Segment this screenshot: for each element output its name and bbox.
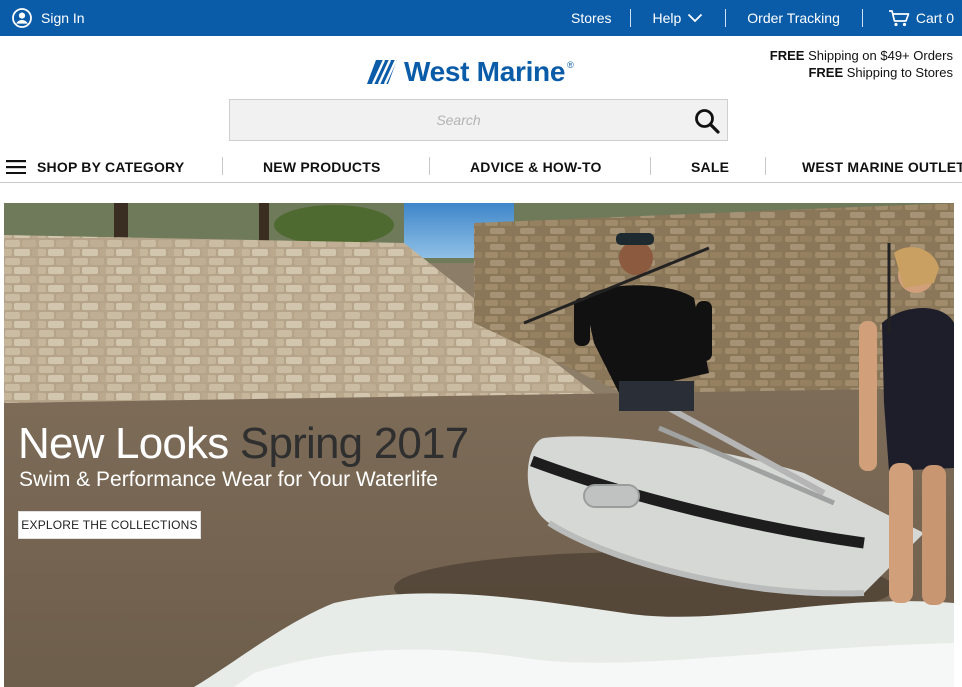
nav-label-advice-how-to: ADVICE & HOW-TO (470, 158, 602, 175)
logo-mark-icon (367, 60, 397, 84)
cart-link[interactable]: Cart 0 (861, 0, 962, 36)
shipping-promo-line-1: FREE Shipping on $49+ Orders (770, 47, 953, 64)
hamburger-menu-icon (6, 159, 26, 174)
nav-divider (765, 157, 766, 175)
hero-title-new-looks: New Looks (18, 419, 229, 468)
hero-banner[interactable]: New Looks Spring 2017 Swim & Performance… (4, 203, 954, 687)
nav-shop-by-category[interactable]: SHOP BY CATEGORY (6, 150, 184, 183)
shipping-free-2: FREE (808, 65, 844, 80)
nav-label-shop-by-category: SHOP BY CATEGORY (37, 158, 185, 175)
hero-title: New Looks Spring 2017 (18, 419, 469, 469)
hero-subtitle: Swim & Performance Wear for Your Waterli… (19, 468, 438, 491)
shipping-text-2: Shipping to Stores (843, 65, 953, 80)
logo-text: West Marine (404, 56, 566, 87)
nav-divider (429, 157, 430, 175)
stores-label: Stores (571, 10, 612, 26)
shipping-free-1: FREE (769, 48, 805, 63)
nav-west-marine-outlet[interactable]: WEST MARINE OUTLET (802, 150, 962, 183)
help-label: Help (652, 10, 682, 26)
chevron-down-icon (688, 13, 703, 23)
search-icon[interactable] (693, 107, 721, 135)
hero-title-spring: Spring 2017 (228, 419, 469, 468)
top-utility-bar: Sign In Stores Help Order Tracking Cart … (0, 0, 962, 36)
nav-divider (650, 157, 651, 175)
west-marine-logo[interactable]: West Marine ® (367, 56, 574, 88)
sign-in-label: Sign In (41, 10, 85, 26)
stores-link[interactable]: Stores (549, 0, 630, 36)
cart-icon (888, 10, 910, 27)
shipping-promo: FREE Shipping on $49+ Orders FREE Shippi… (770, 47, 953, 81)
order-tracking-label: Order Tracking (747, 10, 840, 26)
explore-collections-button[interactable]: EXPLORE THE COLLECTIONS (18, 511, 201, 539)
user-icon (12, 8, 32, 28)
nav-divider (222, 157, 223, 175)
nav-new-products[interactable]: NEW PRODUCTS (263, 150, 381, 183)
shipping-promo-line-2: FREE Shipping to Stores (770, 64, 953, 81)
main-nav: SHOP BY CATEGORY NEW PRODUCTS ADVICE & H… (0, 150, 962, 183)
search-input[interactable] (230, 100, 727, 140)
logo-registered-mark: ® (567, 60, 574, 70)
nav-label-west-marine-outlet: WEST MARINE OUTLET (802, 158, 962, 175)
order-tracking-link[interactable]: Order Tracking (725, 0, 862, 36)
nav-label-new-products: NEW PRODUCTS (263, 158, 381, 175)
help-menu[interactable]: Help (630, 0, 725, 36)
cart-label: Cart 0 (915, 10, 954, 26)
nav-sale[interactable]: SALE (691, 150, 729, 183)
search-bar (229, 99, 728, 141)
nav-advice-how-to[interactable]: ADVICE & HOW-TO (470, 150, 602, 183)
nav-label-sale: SALE (691, 158, 730, 175)
sign-in-link[interactable]: Sign In (12, 0, 85, 36)
shipping-text-1: Shipping on $49+ Orders (804, 48, 953, 63)
